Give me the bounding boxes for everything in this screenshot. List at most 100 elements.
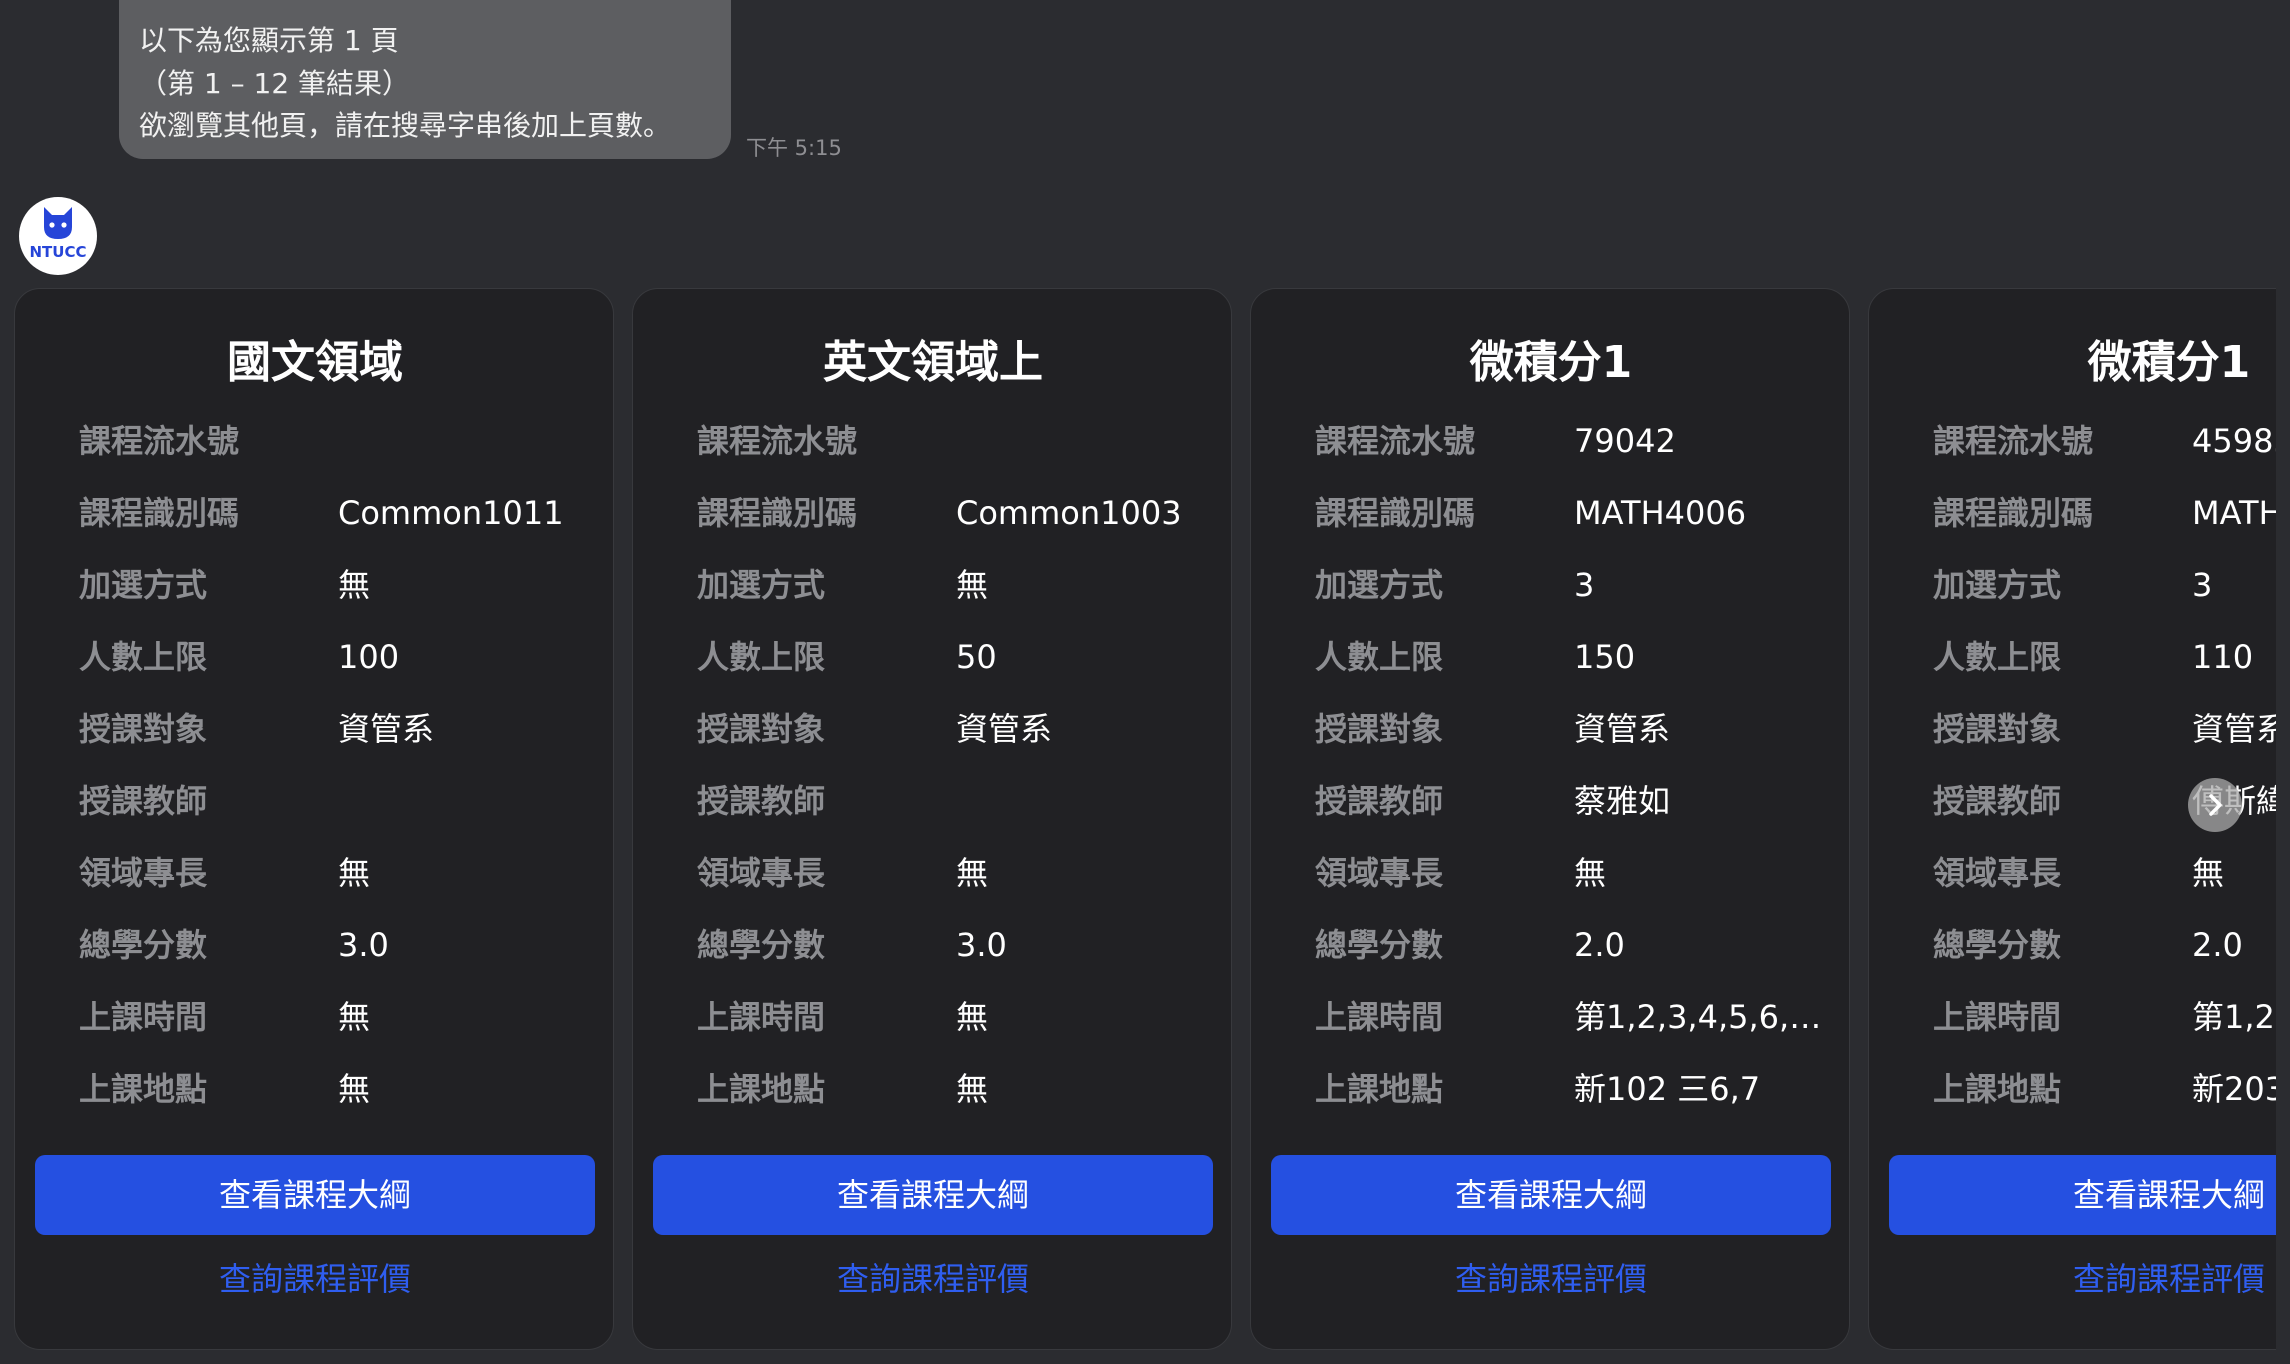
field-value: 無 <box>1574 854 1607 892</box>
field-row-serial: 課程流水號 79042 <box>1251 416 1851 466</box>
field-label: 課程流水號 <box>1315 422 1476 460</box>
carousel-next-button[interactable] <box>2188 778 2242 832</box>
field-value: 無 <box>956 854 989 892</box>
message-line: （第 1 – 12 筆結果） <box>139 66 411 100</box>
field-label: 授課教師 <box>1933 782 2062 820</box>
course-card: 英文領域上 課程流水號 課程識別碼 Common1003 加選方式無 人數上限 50… <box>632 288 1232 1350</box>
field-value: MATH4006 <box>1574 494 1747 532</box>
field-label: 授課對象 <box>697 710 826 748</box>
field-row-course-id: 課程識別碼 MATH4006 <box>1251 488 1851 538</box>
field-row-capacity: 人數上限 50 <box>633 632 1233 682</box>
field-row-credits: 總學分數 2.0 <box>1251 920 1851 970</box>
field-label: 上課地點 <box>697 1070 826 1108</box>
field-value: Common1003 <box>956 494 1182 532</box>
field-row-enroll-method: 加選方式 無 <box>633 560 1233 610</box>
field-row-instructor: 授課教師 <box>633 776 1233 826</box>
field-label: 課程流水號 <box>697 422 858 460</box>
cat-icon <box>44 207 72 239</box>
field-value: 3.0 <box>956 926 1007 964</box>
field-label: 上課時間 <box>1315 998 1444 1036</box>
field-row-enroll-method: 加選方式 3 <box>1251 560 1851 610</box>
course-card: 國文領域 課程流水號 課程識別碼 Common1011 加選方式無 人數上限 100… <box>14 288 614 1350</box>
field-row-audience: 授課對象 資管系 <box>633 704 1233 754</box>
field-value: 150 <box>1574 638 1636 676</box>
field-value: 第1,2,3 <box>2192 998 2276 1036</box>
field-value: 無 <box>338 566 371 604</box>
field-label: 人數上限 <box>79 638 208 676</box>
message-line: 欲瀏覽其他頁，請在搜尋字串後加上頁數。 <box>139 109 672 142</box>
course-review-link[interactable]: 查詢課程評價 <box>653 1244 1213 1314</box>
view-syllabus-button[interactable]: 查看課程大綱 <box>1271 1155 1831 1235</box>
field-row-credits: 總學分數 3.0 <box>15 920 615 970</box>
field-label: 上課地點 <box>1315 1070 1444 1108</box>
message-timestamp: 下午 5:15 <box>746 136 842 160</box>
course-review-link[interactable]: 查詢課程評價 <box>35 1244 595 1314</box>
field-label: 總學分數 <box>79 926 208 964</box>
field-label: 課程識別碼 <box>1315 494 1476 532</box>
field-value: 無 <box>956 1070 989 1108</box>
course-title: 國文領域 <box>227 337 403 388</box>
field-value: 無 <box>956 998 989 1036</box>
field-row-audience: 授課對象 資管系 <box>1251 704 1851 754</box>
field-row-audience: 授課對象 資管系 <box>1869 704 2276 754</box>
field-label: 課程流水號 <box>79 422 240 460</box>
avatar-label: NTUCC <box>29 243 87 261</box>
view-syllabus-button[interactable]: 查看課程大綱 <box>1889 1155 2276 1235</box>
field-row-course-id: 課程識別碼 Common1003 <box>633 488 1233 538</box>
field-value: 3.0 <box>338 926 389 964</box>
view-syllabus-button[interactable]: 查看課程大綱 <box>35 1155 595 1235</box>
field-value: 資管系 <box>338 710 435 748</box>
field-label: 上課地點 <box>1933 1070 2062 1108</box>
field-label: 總學分數 <box>697 926 826 964</box>
field-value: 110 <box>2192 638 2254 676</box>
field-row-serial: 課程流水號 <box>633 416 1233 466</box>
field-row-domain: 領域專長 無 <box>633 848 1233 898</box>
bot-avatar[interactable]: NTUCC <box>19 197 97 275</box>
field-label: 上課地點 <box>79 1070 208 1108</box>
field-row-capacity: 人數上限 100 <box>15 632 615 682</box>
field-row-enroll-method: 加選方式 3 <box>1869 560 2276 610</box>
field-value: 無 <box>956 566 989 604</box>
field-label: 加選方式 <box>79 566 208 604</box>
field-value: 新102 三6,7 <box>1574 1070 1761 1108</box>
view-syllabus-button[interactable]: 查看課程大綱 <box>653 1155 1213 1235</box>
field-value: MATH4006 <box>2192 494 2276 532</box>
field-label: 領域專長 <box>1315 854 1444 892</box>
field-label: 課程識別碼 <box>697 494 858 532</box>
field-row-domain: 領域專長 無 <box>1869 848 2276 898</box>
field-label: 加選方式 <box>1315 566 1444 604</box>
field-label: 授課對象 <box>1315 710 1444 748</box>
field-label: 授課對象 <box>1933 710 2062 748</box>
course-review-link[interactable]: 查詢課程評價 <box>1271 1244 1831 1314</box>
course-title: 微積分1 <box>2087 337 2251 388</box>
field-row-location: 上課地點 新203 <box>1869 1064 2276 1114</box>
field-label: 人數上限 <box>1933 638 2062 676</box>
field-row-serial: 課程流水號 <box>15 416 615 466</box>
course-title: 微積分1 <box>1469 337 1633 388</box>
field-label: 人數上限 <box>1315 638 1444 676</box>
field-label: 課程流水號 <box>1933 422 2094 460</box>
field-label: 授課教師 <box>1315 782 1444 820</box>
field-label: 加選方式 <box>697 566 826 604</box>
field-label: 總學分數 <box>1315 926 1444 964</box>
message-bubble: 以下為您顯示第 1 頁 （第 1 – 12 筆結果） 欲瀏覽其他頁，請在搜尋字串… <box>119 0 731 159</box>
field-value: 資管系 <box>956 710 1053 748</box>
field-value: 無 <box>338 998 371 1036</box>
field-value: 無 <box>338 854 371 892</box>
field-row-audience: 授課對象 資管系 <box>15 704 615 754</box>
field-row-serial: 課程流水號 45983 <box>1869 416 2276 466</box>
field-row-location: 上課地點 新102 三6,7 <box>1251 1064 1851 1114</box>
field-row-domain: 領域專長 無 <box>15 848 615 898</box>
field-row-instructor: 授課教師 蔡雅如 <box>1251 776 1851 826</box>
field-row-time: 上課時間 第1,2,3 <box>1869 992 2276 1042</box>
field-row-location: 上課地點 無 <box>633 1064 1233 1114</box>
course-review-link[interactable]: 查詢課程評價 <box>1889 1244 2276 1314</box>
field-value: 蔡雅如 <box>1574 782 1671 820</box>
field-row-domain: 領域專長 無 <box>1251 848 1851 898</box>
course-carousel[interactable]: 國文領域 課程流水號 課程識別碼 Common1011 加選方式無 人數上限 100… <box>0 288 2276 1364</box>
chevron-right-icon <box>2209 794 2222 816</box>
field-label: 總學分數 <box>1933 926 2062 964</box>
message-line: 以下為您顯示第 1 頁 <box>139 24 399 57</box>
field-value: Common1011 <box>338 494 564 532</box>
field-value: 第1,2,3,4,5,6,7... <box>1574 998 1824 1036</box>
